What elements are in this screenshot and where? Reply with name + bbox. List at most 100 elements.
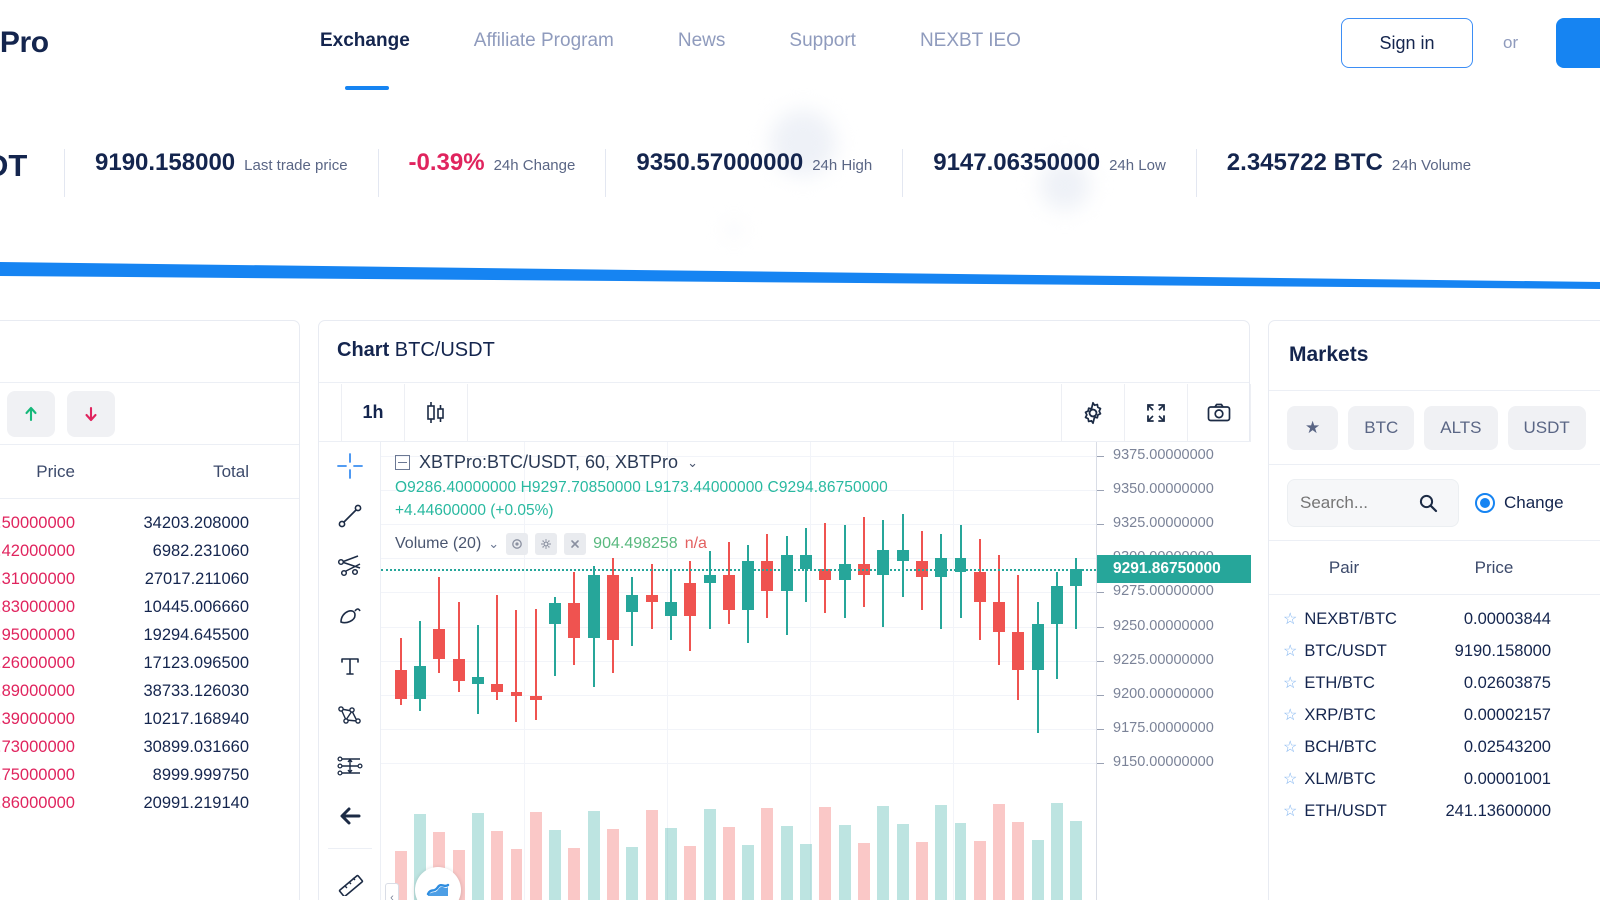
markets-change-toggle[interactable]: Change [1475,492,1564,513]
chart-scroll-handle[interactable]: ‹ [385,883,399,900]
interval-button-1h[interactable]: 1h [342,384,404,442]
volume-bar [896,824,909,900]
markets-panel: Markets ★ BTC ALTS USDT Change Pair Pric [1268,320,1600,900]
trend-line-tool-icon[interactable] [328,498,372,534]
radio-selected-icon[interactable] [1475,492,1495,513]
star-icon[interactable]: ☆ [1283,609,1297,629]
market-row[interactable]: ☆ NEXBT/BTC 0.00003844 [1269,603,1600,635]
chart-area: XBTPro:BTC/USDT, 60, XBTPro ⌄ O9286.4000… [319,442,1251,900]
ticker-last-trade-price: 9190.158000 Last trade price [64,149,378,197]
nav-item-nexbt-ieo[interactable]: NEXBT IEO [920,30,1021,52]
indicator-settings-button[interactable] [535,533,558,555]
nav-item-exchange[interactable]: Exchange [320,30,410,52]
order-book-row[interactable]: 10500.86000000 20991.219140 [0,789,299,817]
fib-fork-tool-icon[interactable] [328,548,372,584]
order-total: 8999.999750 [152,765,249,784]
chevron-down-icon[interactable]: ⌄ [488,536,499,552]
chart-gridline [381,660,1096,662]
ruler-tool-icon[interactable] [328,863,372,899]
legend-symbol-row[interactable]: XBTPro:BTC/USDT, 60, XBTPro ⌄ [395,452,888,473]
ticker-24h-high: 9350.57000000 24h High [605,149,902,197]
volume-bar [993,804,1006,900]
market-row[interactable]: ☆ BCH/BTC 0.02543200 [1269,731,1600,763]
market-pair-cell: ☆ BTC/USDT [1269,641,1419,661]
order-book-row[interactable]: 11615.31000000 27017.211060 [0,565,299,593]
order-book-row[interactable]: 11416.95000000 19294.645500 [0,621,299,649]
order-book-row[interactable]: 10502.73000000 30899.031660 [0,733,299,761]
sign-in-button[interactable]: Sign in [1341,18,1473,68]
market-row[interactable]: ☆ BTC/USDT 9190.158000 [1269,635,1600,667]
ticker-label: 24h High [812,157,873,174]
market-row[interactable]: ☆ XLM/BTC 0.00001001 [1269,763,1600,795]
collapse-icon[interactable] [395,455,410,470]
order-book-row[interactable]: 10800.39000000 10217.168940 [0,705,299,733]
chart-type-button[interactable] [405,384,467,442]
order-book-row[interactable]: 11228.26000000 17123.096500 [0,649,299,677]
markets-tab-usdt[interactable]: USDT [1507,405,1586,450]
crosshair-tool-icon[interactable] [328,448,372,484]
or-separator-label: or [1503,33,1519,52]
order-book-row[interactable]: 11774.42000000 6982.231060 [0,537,299,565]
market-row[interactable]: ☆ ETH/BTC 0.02603875 [1269,667,1600,699]
chart-price-axis[interactable]: 9375.00000000 9350.00000000 9325.00000000 9… [1096,442,1251,900]
chevron-down-icon[interactable]: ⌄ [687,455,698,471]
star-icon[interactable]: ☆ [1283,641,1297,661]
search-input[interactable] [1300,492,1418,513]
order-book-row[interactable]: 11810.50000000 34203.208000 [0,509,299,537]
candle-body [896,550,909,561]
volume-bar [549,830,562,900]
market-pair-label: ETH/USDT [1304,801,1387,820]
blue-wedge-divider [0,262,1600,289]
price-axis-label: 9200.00000000 [1113,685,1214,702]
sign-up-button[interactable] [1556,18,1600,68]
price-axis-tick [1097,489,1104,491]
market-row[interactable]: ☆ XRP/BTC 0.00002157 [1269,699,1600,731]
order-book-row[interactable]: 10981.89000000 38733.126030 [0,677,299,705]
price-axis-tick [1097,763,1104,765]
nav-item-affiliate-program[interactable]: Affiliate Program [474,30,614,52]
buy-filter-button[interactable] [7,390,55,437]
star-icon[interactable]: ☆ [1283,737,1297,757]
markets-tab-alts[interactable]: ALTS [1424,405,1498,450]
chart-settings-button[interactable] [1062,384,1124,442]
indicator-visibility-button[interactable] [506,533,529,555]
text-tool-icon[interactable] [328,648,372,684]
order-book-row[interactable]: 10501.75000000 8999.999750 [0,761,299,789]
market-row[interactable]: ☆ ETH/USDT 241.13600000 [1269,795,1600,827]
sell-filter-button[interactable] [67,390,115,437]
shapes-tool-icon[interactable] [328,598,372,634]
star-icon[interactable]: ☆ [1283,673,1297,693]
search-icon[interactable] [1418,493,1438,513]
camera-icon [1207,403,1231,421]
arrow-up-icon [25,406,37,421]
volume-bar [684,846,697,900]
ticker-label: Last trade price [244,157,348,174]
measure-range-tool-icon[interactable] [328,748,372,784]
fullscreen-button[interactable] [1125,384,1187,442]
markets-tab-favorites[interactable]: ★ [1287,405,1339,450]
markets-rows: ☆ NEXBT/BTC 0.00003844 ☆ BTC/USDT 9190.158000… [1269,595,1600,827]
nav-item-news[interactable]: News [678,30,726,52]
nav-item-support[interactable]: Support [789,30,856,52]
star-icon[interactable]: ☆ [1283,705,1297,725]
market-pair-cell: ☆ ETH/BTC [1269,673,1419,693]
star-icon[interactable]: ☆ [1283,801,1297,821]
arrow-tool-icon[interactable] [328,798,372,834]
market-pair-label: BCH/BTC [1304,737,1377,756]
pattern-tool-icon[interactable] [328,698,372,734]
volume-bar [973,841,986,900]
order-book-row[interactable]: 11579.83000000 10445.006660 [0,593,299,621]
candle-body [761,560,774,592]
order-total: 34203.208000 [143,513,249,532]
star-icon[interactable]: ☆ [1283,769,1297,789]
ticker-label: 24h Volume [1391,157,1472,174]
brand-logo[interactable]: TPro [0,26,49,60]
order-book-filters [0,383,299,445]
indicator-remove-button[interactable] [564,533,587,555]
markets-search-box[interactable] [1287,478,1459,527]
screenshot-button[interactable] [1188,384,1250,442]
volume-bar [664,828,677,900]
chart-plot-region[interactable]: XBTPro:BTC/USDT, 60, XBTPro ⌄ O9286.4000… [381,442,1096,900]
candle-body [510,692,523,697]
markets-tab-btc[interactable]: BTC [1348,405,1415,450]
